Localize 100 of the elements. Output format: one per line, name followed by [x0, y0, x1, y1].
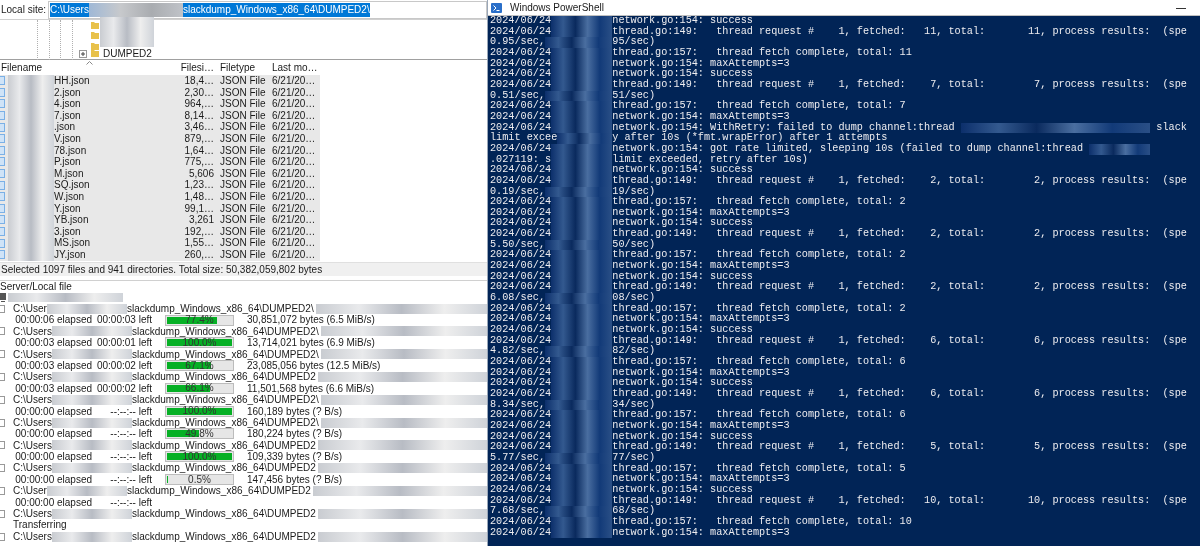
- log-text: network.go:154: maxAttempts=3: [612, 261, 790, 272]
- queue-path: slackdump_Windows_x86_64\DUMPED2: [131, 508, 316, 520]
- transfer-status: Transferring: [13, 519, 67, 531]
- queue-path: slackdump_Windows_x86_64\DUMPED2\: [126, 303, 314, 315]
- transfer-bytes: 13,714,021 bytes (6.9 MiB/s): [247, 337, 375, 349]
- file-row[interactable]: P.json 775,… JSON File 6/21/20…: [0, 156, 320, 168]
- column-header[interactable]: Filesi…: [178, 60, 216, 75]
- tree-item[interactable]: DUMPED2: [103, 47, 152, 60]
- log-text: network.go:154: maxAttempts=3: [612, 58, 790, 69]
- table-cell: 6/21/20…: [272, 109, 316, 121]
- file-row[interactable]: SQ.json 1,23… JSON File 6/21/20…: [0, 179, 320, 191]
- time-left: 00:00:01 left: [95, 337, 152, 349]
- queue-item-icon: [0, 418, 5, 427]
- queue-item-icon: [0, 532, 5, 541]
- log-text: 2024/06/24: [490, 325, 552, 336]
- redaction-blur: [551, 495, 613, 507]
- file-row[interactable]: 4.json 964,… JSON File 6/21/20…: [0, 98, 320, 110]
- table-cell: M.json: [54, 167, 84, 180]
- log-text: 2024/06/24: [490, 271, 552, 282]
- file-row[interactable]: YB.json 3,261 JSON File 6/21/20…: [0, 214, 320, 226]
- log-text: network.go:154: maxAttempts=3: [612, 111, 790, 123]
- queue-path: slackdump_Windows_x86_64\DUMPED2: [131, 530, 316, 543]
- queue-path: C:\Users: [13, 508, 52, 520]
- table-cell: 6/21/20…: [272, 132, 316, 144]
- transfer-bytes: 11,501,568 bytes (6.6 MiB/s): [247, 382, 375, 395]
- log-text: network.go:154: success: [612, 69, 753, 80]
- table-cell: 6/21/20…: [272, 225, 316, 237]
- redaction-blur: [557, 133, 613, 144]
- local-site-field[interactable]: C:\Users slackdump_Windows_x86_64\DUMPED2\: [48, 0, 487, 19]
- column-header[interactable]: Filetype: [216, 60, 268, 75]
- progress-percent: 100.0%: [182, 406, 217, 416]
- log-text: 2024/06/24: [490, 16, 552, 26]
- expand-icon[interactable]: [79, 49, 87, 58]
- log-text: network.go:154: maxAttempts=3: [612, 420, 790, 432]
- queue-path: C:\Users: [13, 462, 52, 474]
- column-header[interactable]: Last mo…: [268, 60, 320, 75]
- log-text: thread.go:149: thread request # 1, fetched: 2, total: 2, process results: (spe: [612, 229, 1187, 240]
- log-text: limit excee: [490, 133, 558, 144]
- table-cell: 3,261: [188, 214, 214, 226]
- log-text: 2024/06/24: [490, 79, 552, 90]
- table-cell: JSON File: [220, 202, 266, 214]
- log-text: thread.go:149: thread request # 1, fetched: 6, total: 6, process results: (spe: [612, 388, 1187, 400]
- log-text: 0.19/sec,: [490, 186, 546, 197]
- redaction-blur: [551, 250, 613, 262]
- log-text: thread.go:157: thread fetch complete, total: 10: [612, 516, 912, 527]
- table-cell: JSON File: [220, 109, 266, 121]
- table-cell: 6/21/20…: [272, 190, 316, 202]
- table-cell: 260,…: [184, 248, 214, 261]
- column-header[interactable]: Server/Local file: [0, 280, 72, 293]
- column-header[interactable]: Filename: [0, 60, 178, 75]
- table-cell: MS.json: [54, 237, 91, 249]
- log-text: network.go:154: success: [612, 325, 753, 336]
- log-text: 2024/06/24: [490, 357, 552, 367]
- table-cell: 5,606: [188, 167, 214, 180]
- redaction-blur: [1089, 143, 1151, 155]
- queue-path: slackdump_Windows_x86_64\DUMPED2: [131, 462, 316, 474]
- log-text: 2024/06/24: [490, 527, 552, 539]
- log-text: 08/sec): [612, 293, 656, 304]
- time-left: --:--:-- left: [109, 451, 152, 463]
- log-text: 2024/06/24: [490, 111, 552, 122]
- redaction-blur: [551, 282, 613, 294]
- log-text: 2024/06/24: [490, 197, 552, 208]
- table-cell: 8,14…: [184, 109, 214, 122]
- table-cell: JSON File: [220, 75, 266, 86]
- time-left: 00:00:02 left: [95, 359, 152, 372]
- transfer-bytes: 160,189 bytes (? B/s): [247, 405, 343, 417]
- transfer-bytes: 23,085,056 bytes (12.5 MiB/s): [247, 359, 381, 372]
- table-cell: SQ.json: [54, 179, 90, 191]
- log-text: 2024/06/24: [490, 261, 552, 272]
- log-text: network.go:154: maxAttempts=3: [612, 527, 790, 539]
- log-text: thread.go:157: thread fetch complete, total: 6: [612, 410, 906, 421]
- file-row[interactable]: MS.json 1,55… JSON File 6/21/20…: [0, 237, 320, 249]
- queue-path: C:\Users: [13, 530, 52, 543]
- log-text: 2024/06/24: [490, 378, 552, 389]
- file-row[interactable]: .json 3,46… JSON File 6/21/20…: [0, 121, 320, 133]
- elapsed-time: 00:00:06 elapsed: [14, 314, 92, 326]
- queue-item-icon: [0, 304, 5, 313]
- log-text: network.go:154: maxAttempts=3: [612, 474, 790, 485]
- redaction-blur: [545, 346, 613, 357]
- log-text: 2024/06/24: [490, 516, 552, 527]
- log-text: 8.34/sec,: [490, 399, 546, 410]
- table-cell: 78.json: [54, 144, 87, 157]
- redaction-blur: [551, 16, 613, 27]
- queue-path: C:\Users: [13, 348, 52, 360]
- elapsed-time: 00:00:03 elapsed: [14, 359, 92, 372]
- transfer-bytes: 147,456 bytes (? B/s): [247, 473, 343, 486]
- file-row[interactable]: HH.json 18,4… JSON File 6/21/20…: [0, 75, 320, 87]
- log-text: thread.go:157: thread fetch complete, total: 2: [612, 303, 906, 314]
- time-left: 00:00:02 left: [95, 382, 152, 395]
- log-text: 2024/06/24: [490, 58, 552, 69]
- redaction-blur: [545, 452, 613, 464]
- elapsed-time: 00:00:03 elapsed: [14, 382, 92, 395]
- queue-item-icon: [0, 509, 5, 518]
- log-text: network.go:154: WithRetry: failed to dump channel:thread: [612, 122, 955, 133]
- elapsed-time: 00:00:00 elapsed: [14, 496, 92, 509]
- queue-path: slackdump_Windows_x86_64\DUMPED2\: [131, 348, 319, 360]
- table-cell: JSON File: [220, 179, 266, 191]
- log-text: network.go:154: success: [612, 218, 753, 229]
- elapsed-time: 00:00:00 elapsed: [14, 451, 92, 463]
- table-cell: 6/21/20…: [272, 214, 316, 226]
